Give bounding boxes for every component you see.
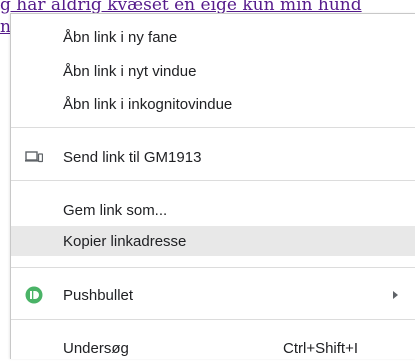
menu-separator xyxy=(11,267,415,268)
menu-item-open-new-tab[interactable]: Åbn link i ny fane xyxy=(11,22,415,52)
menu-separator xyxy=(11,319,415,320)
menu-separator xyxy=(11,180,415,181)
menu-item-label: Send link til GM1913 xyxy=(63,148,202,166)
menu-item-label: Undersøg xyxy=(63,339,129,357)
menu-item-copy-link-address[interactable]: Kopier linkadresse xyxy=(11,226,415,256)
pushbullet-icon xyxy=(25,286,43,304)
menu-item-save-link-as[interactable]: Gem link som... xyxy=(11,195,415,225)
menu-item-label: Gem link som... xyxy=(63,201,168,219)
menu-item-label: Åbn link i ny fane xyxy=(63,28,178,46)
menu-item-send-link-to-device[interactable]: Send link til GM1913 xyxy=(11,142,415,172)
chevron-right-icon xyxy=(393,291,398,299)
menu-item-open-incognito[interactable]: Åbn link i inkognitovindue xyxy=(11,89,415,119)
menu-item-label: Åbn link i inkognitovindue xyxy=(63,95,233,113)
menu-item-label: Åbn link i nyt vindue xyxy=(63,62,197,80)
devices-icon xyxy=(25,151,43,163)
menu-item-open-new-window[interactable]: Åbn link i nyt vindue xyxy=(11,56,415,86)
menu-item-label: Pushbullet xyxy=(63,286,134,304)
menu-item-label: Kopier linkadresse xyxy=(63,232,187,250)
menu-separator xyxy=(11,127,415,128)
menu-item-shortcut: Ctrl+Shift+I xyxy=(283,339,359,357)
context-menu: Åbn link i ny fane Åbn link i nyt vindue… xyxy=(10,13,415,359)
menu-item-pushbullet[interactable]: Pushbullet xyxy=(11,280,415,310)
menu-item-inspect[interactable]: Undersøg Ctrl+Shift+I xyxy=(11,333,415,363)
